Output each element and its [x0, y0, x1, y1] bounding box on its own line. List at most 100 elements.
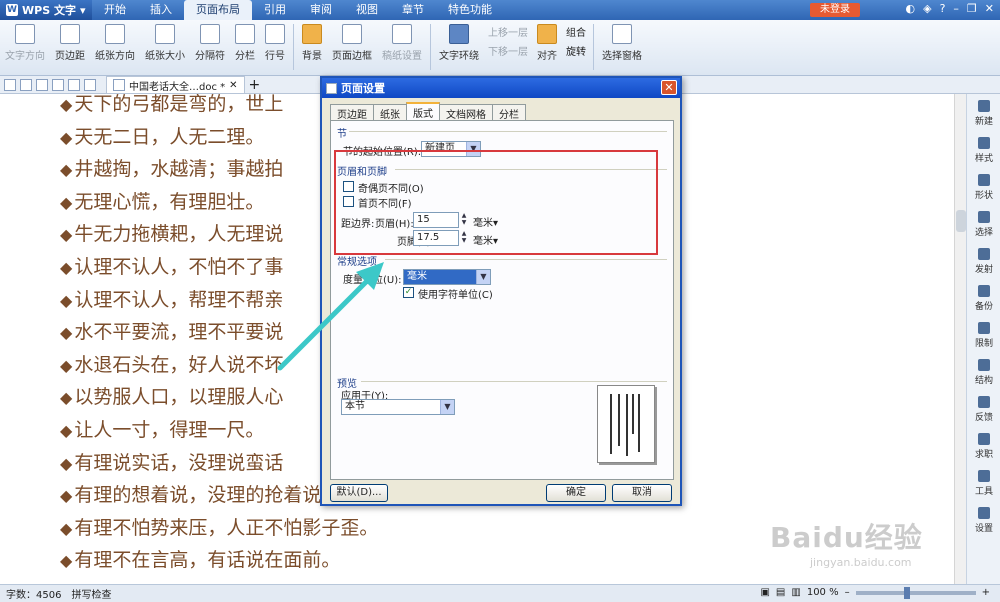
orientation-button[interactable]: 纸张方向 [90, 24, 140, 62]
open-folder-icon[interactable] [4, 78, 16, 91]
sidebar-item[interactable]: 设置 [967, 507, 1000, 534]
background-button[interactable]: 背景 [297, 24, 327, 62]
dialog-close-button[interactable]: ✕ [661, 80, 677, 95]
tab-layout[interactable]: 版式 [406, 102, 440, 120]
close-tab-icon[interactable]: ✕ [229, 80, 237, 91]
login-button[interactable]: 未登录 [810, 3, 860, 17]
app-menu-button[interactable]: W WPS 文字 ▾ [0, 0, 92, 20]
char-unit-label: 使用字符单位(C) [418, 290, 493, 301]
layer-group: 上移一层 下移一层 [484, 24, 532, 58]
print-preview-icon[interactable] [52, 78, 64, 91]
sidebar-item[interactable]: 求职 [967, 433, 1000, 460]
sidebar-item[interactable]: 发射 [967, 248, 1000, 275]
sidebar-item[interactable]: 反馈 [967, 396, 1000, 423]
baidu-watermark: Baidu经验 jingyan.baidu.com [770, 516, 923, 569]
tab-margins[interactable]: 页边距 [330, 104, 374, 121]
sidebar-item-icon [978, 137, 990, 149]
menu-tab-view[interactable]: 视图 [344, 0, 390, 20]
annotation-arrow-icon [277, 262, 384, 371]
sidebar-item[interactable]: 形状 [967, 174, 1000, 201]
char-unit-checkbox[interactable]: ✓ [403, 287, 414, 298]
sidebar-item[interactable]: 选择 [967, 211, 1000, 238]
sidebar-item[interactable]: 备份 [967, 285, 1000, 312]
save-icon[interactable] [20, 78, 32, 91]
bring-forward-button[interactable]: 上移一层 [488, 24, 528, 39]
measure-unit-select[interactable]: 毫米 ▼ [403, 269, 491, 285]
menu-tab-review[interactable]: 审阅 [298, 0, 344, 20]
text-wrap-button[interactable]: 文字环绕 [434, 24, 484, 62]
menu-tab-references[interactable]: 引用 [252, 0, 298, 20]
diamond-bullet-icon: ◆ [60, 257, 73, 277]
menu-tab-page-layout[interactable]: 页面布局 [184, 0, 252, 20]
sidebar-item[interactable]: 限制 [967, 322, 1000, 349]
menu-tab-features[interactable]: 特色功能 [436, 0, 504, 20]
sidebar-item-label: 选择 [974, 228, 993, 238]
page-view-icon[interactable]: ▣ [760, 587, 769, 598]
align-button[interactable]: 对齐 [532, 24, 562, 62]
sidebar-item[interactable]: 结构 [967, 359, 1000, 386]
help-icon[interactable]: ? [940, 2, 946, 15]
paper-size-button[interactable]: 纸张大小 [140, 24, 190, 62]
shirt-icon[interactable]: ◈ [923, 2, 931, 15]
watermark-main: Baidu经验 [770, 521, 923, 554]
rotate-button[interactable]: 旋转 [566, 43, 586, 58]
vertical-scrollbar[interactable] [954, 94, 966, 584]
watermark-sub: jingyan.baidu.com [810, 556, 912, 569]
separator-button[interactable]: 分隔符 [190, 24, 230, 62]
tab-paper[interactable]: 纸张 [373, 104, 407, 121]
web-view-icon[interactable]: ▤ [776, 587, 785, 598]
dialog-icon [326, 82, 337, 94]
sidebar-item-label: 备份 [974, 302, 993, 312]
margins-button[interactable]: 页边距 [50, 24, 90, 62]
sidebar-item-label: 新建 [974, 117, 993, 127]
new-tab-icon[interactable]: + [249, 77, 261, 93]
send-backward-button[interactable]: 下移一层 [488, 43, 528, 58]
line-numbers-button[interactable]: 行号 [260, 24, 290, 62]
draft-settings-button[interactable]: 稿纸设置 [377, 24, 427, 62]
document-line-text: 有理说实话，没理说蛮话 [74, 451, 284, 474]
zoom-slider[interactable] [855, 586, 976, 599]
spell-check-button[interactable]: 拼写检查 [71, 586, 111, 601]
diamond-bullet-icon: ◆ [60, 453, 73, 473]
document-tab[interactable]: 中国老话大全…doc * ✕ [106, 76, 245, 93]
page-border-button[interactable]: 页面边框 [327, 24, 377, 62]
tab-doc-grid[interactable]: 文档网格 [439, 104, 493, 121]
sidebar-item[interactable]: 新建 [967, 100, 1000, 127]
minimize-icon[interactable]: – [953, 2, 959, 15]
sidebar-item[interactable]: 样式 [967, 137, 1000, 164]
apply-to-select[interactable]: 本节 ▼ [341, 399, 455, 415]
section-divider [385, 259, 667, 260]
sidebar-item-label: 样式 [974, 154, 993, 164]
restore-icon[interactable]: ❐ [967, 2, 977, 15]
dialog-title-bar[interactable]: 页面设置 [322, 78, 680, 98]
text-direction-button[interactable]: 文字方向 [0, 24, 50, 62]
zoom-in-icon[interactable]: + [982, 587, 990, 598]
menu-tab-home[interactable]: 开始 [92, 0, 138, 20]
window-controls: ◐ ◈ ? – ❐ ✕ [905, 2, 994, 15]
close-icon[interactable]: ✕ [985, 2, 994, 15]
menu-tab-insert[interactable]: 插入 [138, 0, 184, 20]
redo-icon[interactable] [84, 78, 96, 91]
ok-button[interactable]: 确定 [546, 484, 606, 502]
sidebar-item[interactable]: 工具 [967, 470, 1000, 497]
word-count: 字数：4506 [6, 590, 62, 601]
preview-line [626, 394, 628, 456]
selection-pane-button[interactable]: 选择窗格 [597, 24, 647, 62]
group-button[interactable]: 组合 [566, 24, 586, 39]
sidebar-item-icon [978, 174, 990, 186]
columns-button[interactable]: 分栏 [230, 24, 260, 62]
zoom-out-icon[interactable]: – [845, 587, 850, 598]
outline-view-icon[interactable]: ▥ [791, 587, 800, 598]
scrollbar-thumb[interactable] [956, 210, 966, 232]
tab-columns[interactable]: 分栏 [492, 104, 526, 121]
skin-icon[interactable]: ◐ [905, 2, 915, 15]
zoom-slider-knob[interactable] [903, 586, 910, 599]
menu-tab-chapter[interactable]: 章节 [390, 0, 436, 20]
diamond-bullet-icon: ◆ [60, 127, 73, 147]
default-button[interactable]: 默认(D)... [330, 484, 388, 502]
print-icon[interactable] [36, 78, 48, 91]
cancel-button[interactable]: 取消 [612, 484, 672, 502]
undo-icon[interactable] [68, 78, 80, 91]
sidebar-item-icon [978, 322, 990, 334]
preview-line [638, 394, 640, 452]
